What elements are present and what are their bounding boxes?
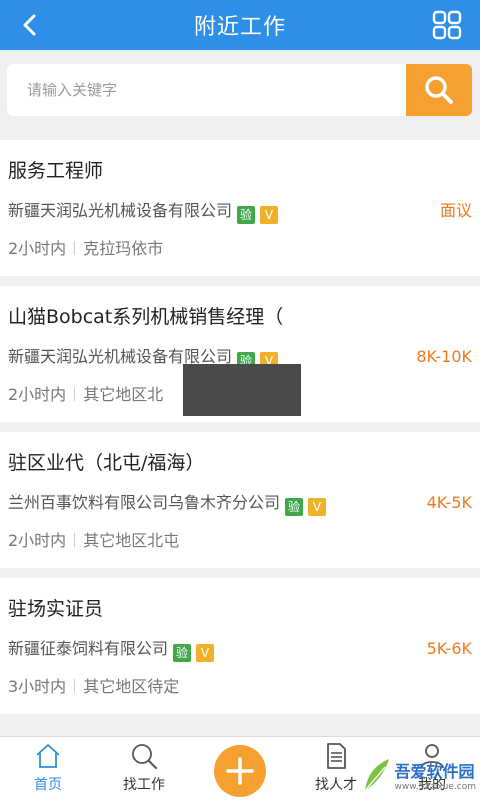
search-icon xyxy=(425,76,453,104)
job-title: 驻场实证员 xyxy=(8,598,104,620)
overlay-block xyxy=(183,364,301,416)
vip-badge: V xyxy=(196,644,215,662)
search-box xyxy=(7,64,407,116)
salary: 5K-6K xyxy=(426,639,472,658)
job-title: 山猫Bobcat系列机械销售经理（ xyxy=(8,306,284,328)
watermark: 吾爱软件园 www.52zixue.com xyxy=(361,757,476,793)
salary: 面议 xyxy=(439,201,472,220)
search-button[interactable] xyxy=(406,64,472,116)
verified-badge: 验 xyxy=(237,206,256,224)
nav-find-job[interactable]: 找工作 xyxy=(104,737,184,800)
company-name: 新疆天润弘光机械设备有限公司 xyxy=(8,201,233,220)
top-bar: 附近工作 xyxy=(0,0,480,50)
leaf-logo-icon xyxy=(363,759,389,792)
job-title: 驻区业代（北屯/福海） xyxy=(8,452,205,474)
job-location: 其它地区待定 xyxy=(83,677,180,696)
divider xyxy=(74,241,76,255)
watermark-url: www.52zixue.com xyxy=(394,782,476,792)
job-location: 其它地区北屯 xyxy=(83,531,180,550)
grid-icon xyxy=(432,10,462,40)
salary: 4K-5K xyxy=(426,493,472,512)
home-icon xyxy=(36,744,60,768)
document-icon xyxy=(327,743,346,769)
plus-icon xyxy=(226,757,254,785)
search-icon xyxy=(132,744,157,769)
page-title: 附近工作 xyxy=(193,15,286,40)
post-time: 2小时内 xyxy=(8,531,67,550)
back-button[interactable] xyxy=(14,9,46,41)
watermark-title: 吾爱软件园 xyxy=(394,762,475,781)
back-arrow-icon xyxy=(23,14,36,36)
search-area xyxy=(0,50,480,140)
nav-find-job-label: 找工作 xyxy=(123,777,165,793)
job-meta: 3小时内 其它地区待定 xyxy=(8,676,472,714)
add-button[interactable] xyxy=(214,745,266,797)
bottom-nav: 首页 找工作 找人才 我的 吾爱软件园 www.52zixue.com xyxy=(0,736,480,800)
salary: 8K-10K xyxy=(416,347,472,366)
nav-home-label: 首页 xyxy=(34,777,62,793)
job-title: 服务工程师 xyxy=(8,160,104,182)
divider xyxy=(74,533,76,547)
post-time: 3小时内 xyxy=(8,677,67,696)
grid-menu-button[interactable] xyxy=(432,10,462,40)
job-location: 其它地区北 xyxy=(83,385,164,404)
job-card[interactable]: 驻场实证员 新疆征泰饲料有限公司验 V 5K-6K 3小时内 其它地区待定 xyxy=(0,578,480,714)
search-input[interactable] xyxy=(27,81,407,99)
job-list: 服务工程师 新疆天润弘光机械设备有限公司验 V 面议 2小时内 克拉玛依市 山猫Bo… xyxy=(0,140,480,724)
job-meta: 2小时内 其它地区北屯 xyxy=(8,530,472,568)
job-card[interactable]: 驻区业代（北屯/福海） 兰州百事饮料有限公司乌鲁木齐分公司验 V 4K-5K 2小… xyxy=(0,432,480,568)
job-card[interactable]: 山猫Bobcat系列机械销售经理（ 新疆天润弘光机械设备有限公司验 V 8K-10… xyxy=(0,286,480,422)
vip-badge: V xyxy=(308,498,327,516)
divider xyxy=(74,387,76,401)
verified-badge: 验 xyxy=(285,498,304,516)
company-name: 新疆征泰饲料有限公司 xyxy=(8,639,169,658)
job-location: 克拉玛依市 xyxy=(83,239,164,258)
company-name: 兰州百事饮料有限公司乌鲁木齐分公司 xyxy=(8,493,281,512)
vip-badge: V xyxy=(260,206,279,224)
nav-find-talent-label: 找人才 xyxy=(315,777,357,793)
post-time: 2小时内 xyxy=(8,385,67,404)
verified-badge: 验 xyxy=(173,644,192,662)
app-root: 附近工作 服务工程师 新疆天润弘光机械设备有限公司验V xyxy=(0,0,480,800)
job-meta: 2小时内 克拉玛依市 xyxy=(8,238,472,276)
post-time: 2小时内 xyxy=(8,239,67,258)
job-card[interactable]: 服务工程师 新疆天润弘光机械设备有限公司验 V 面议 2小时内 克拉玛依市 xyxy=(0,140,480,276)
nav-home[interactable]: 首页 xyxy=(8,737,88,800)
divider xyxy=(74,679,76,693)
